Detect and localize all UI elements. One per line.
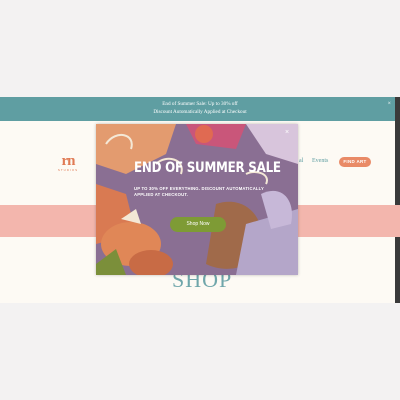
popup-close-icon[interactable]: ×	[282, 128, 292, 138]
announcement-bar: End of Summer Sale: Up to 30% off Discou…	[0, 97, 400, 121]
sale-popup: × END OF SUMMER SALE UP TO 30% OFF EVERY…	[96, 124, 298, 275]
announcement-close-icon[interactable]: ×	[388, 101, 391, 109]
announcement-line-1: End of Summer Sale: Up to 30% off	[162, 101, 238, 107]
shop-now-button[interactable]: Shop Now	[170, 217, 226, 232]
logo-subtitle: STUDIOS	[57, 168, 79, 172]
popup-headline: END OF SUMMER SALE	[134, 160, 281, 176]
popup-subline: UP TO 30% OFF EVERYTHING. DISCOUNT AUTOM…	[134, 186, 264, 197]
popup-artwork	[96, 124, 298, 275]
logo-mark: rn	[61, 153, 76, 169]
announcement-line-2: Discount Automatically Applied at Checko…	[153, 108, 247, 115]
scrollbar[interactable]	[395, 97, 400, 303]
site-logo[interactable]: rn STUDIOS	[56, 153, 80, 173]
nav-link-events[interactable]: Events	[312, 158, 328, 164]
nav-link-partial[interactable]: al	[299, 158, 303, 164]
find-art-button[interactable]: FIND ART	[339, 157, 371, 167]
